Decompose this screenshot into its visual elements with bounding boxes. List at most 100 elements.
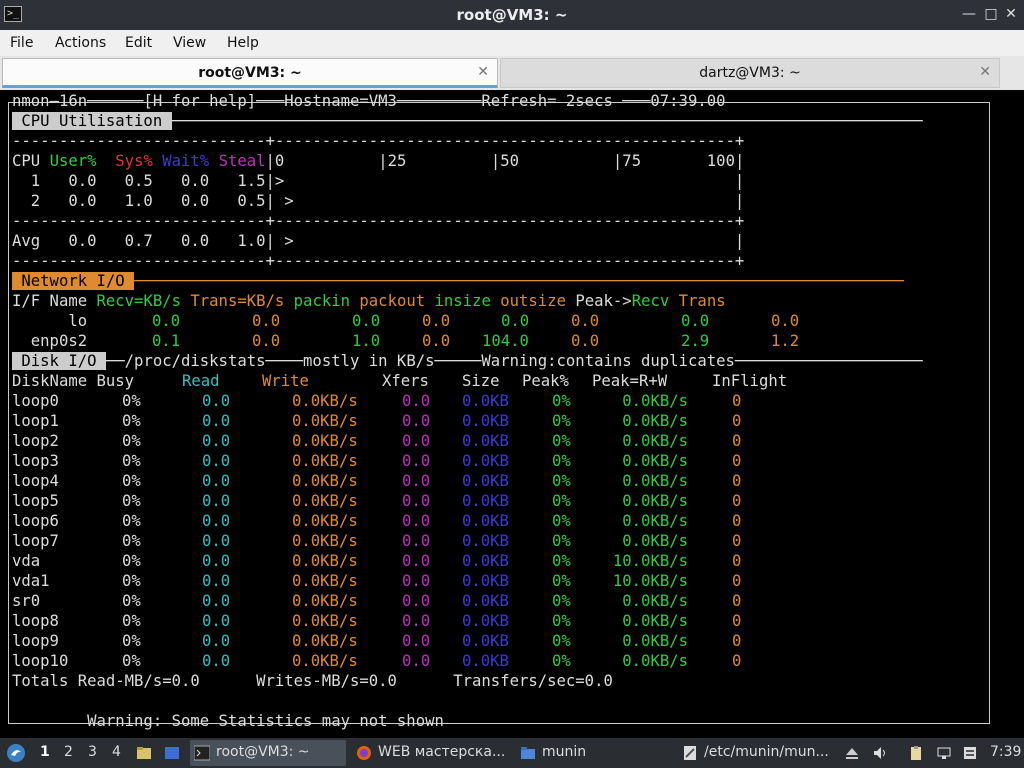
disk-size: 0.0KB <box>462 392 509 410</box>
disk-read: 0.0 <box>202 572 231 590</box>
disk-inflight: 0 <box>732 512 742 530</box>
disk-write: 0.0KB/s <box>292 532 358 550</box>
if-name: enp0s2 <box>12 332 88 350</box>
disk-peakrw: 0.0KB/s <box>622 612 688 630</box>
disk-write: 0.0KB/s <box>292 412 358 430</box>
disk-totals: Totals Read-MB/s=0.0 Writes-MB/s=0.0 Tra… <box>12 672 613 690</box>
disk-size: 0.0KB <box>462 612 509 630</box>
insize-col: insize <box>434 292 491 310</box>
menu-view[interactable]: View <box>173 35 206 51</box>
disk-xfers: 0.0 <box>402 612 431 630</box>
disk-header-row: DiskName Busy Read Write Xfers Size Peak% Peak… <box>12 372 787 392</box>
disk-write: 0.0KB/s <box>292 612 358 630</box>
tab-close-icon[interactable]: ✕ <box>979 64 991 80</box>
disk-peakp: 0% <box>552 392 571 410</box>
disk-row: loop1 0% 0.0 0.0KB/s 0.0 0.0KB 0% 0.0KB/s 0 <box>0 412 1000 432</box>
cpu-section-title: CPU Utilisation <box>12 112 172 130</box>
disk-write: 0.0KB/s <box>292 432 358 450</box>
peak-recv-value: 2.9 <box>681 332 710 350</box>
cpu-row-1: 1 0.0 0.5 0.0 1.5|> | <box>12 172 745 190</box>
packin-value: 0.0 <box>352 312 381 330</box>
window-title: root@VM3: ~ <box>456 6 568 24</box>
taskbar-item-terminal[interactable]: root@VM3: ~ <box>190 740 346 766</box>
workspace-1[interactable]: 1 <box>40 744 50 760</box>
disk-busy: 0% <box>122 452 141 470</box>
show-desktop-icon[interactable] <box>164 745 180 761</box>
disk-busy: 0% <box>122 472 141 490</box>
disk-peakrw: 0.0KB/s <box>622 452 688 470</box>
tab-root[interactable]: root@VM3: ~ ✕ <box>2 58 498 88</box>
disk-row: loop8 0% 0.0 0.0KB/s 0.0 0.0KB 0% 0.0KB/s 0 <box>0 612 1000 632</box>
peak-recv-value: 0.0 <box>681 312 710 330</box>
start-menu-icon[interactable] <box>6 743 26 763</box>
peak-trans-value: 1.2 <box>771 332 800 350</box>
disk-peakp: 0% <box>552 432 571 450</box>
terminal-area[interactable]: nmon‒16n──────[H for help]───Hostname=VM… <box>0 90 1024 738</box>
disk-read: 0.0 <box>202 552 231 570</box>
maximize-icon[interactable]: □ <box>982 5 1000 23</box>
taskbar-item-munin[interactable]: munin <box>516 740 676 766</box>
disk-write: 0.0KB/s <box>292 492 358 510</box>
close-icon[interactable]: ✕ <box>1002 5 1020 23</box>
file-manager-launcher-icon[interactable] <box>136 745 152 761</box>
disk-xfers: 0.0 <box>402 512 431 530</box>
packout-value: 0.0 <box>422 332 451 350</box>
cpu-separator: ---------------------------+------------… <box>12 212 745 230</box>
disk-busy: 0% <box>122 592 141 610</box>
network-row-lo: lo 0.0 0.0 0.0 0.0 0.0 0.0 0.0 0.0 <box>12 312 799 332</box>
disk-read: 0.0 <box>202 632 231 650</box>
network-header-row: I/F Name Recv=KB/s Trans=KB/s packin pac… <box>12 292 726 312</box>
disk-busy: 0% <box>122 652 141 670</box>
disk-inflight: 0 <box>732 552 742 570</box>
section-rule: ────────────────────────────────────────… <box>134 272 904 290</box>
disk-xfers: 0.0 <box>402 412 431 430</box>
disk-row: loop3 0% 0.0 0.0KB/s 0.0 0.0KB 0% 0.0KB/s 0 <box>0 452 1000 472</box>
disk-name: loop6 <box>12 512 59 530</box>
tab-close-icon[interactable]: ✕ <box>477 64 489 80</box>
clipboard-icon[interactable] <box>908 745 924 761</box>
disk-write: 0.0KB/s <box>292 452 358 470</box>
disk-write: 0.0KB/s <box>292 552 358 570</box>
clock[interactable]: 7:39 <box>990 744 1021 760</box>
disk-busy: 0% <box>122 632 141 650</box>
taskbar-item-firefox[interactable]: WEB мастерска... <box>352 740 512 766</box>
disk-name: sr0 <box>12 592 41 610</box>
menu-help[interactable]: Help <box>227 35 259 51</box>
tab-label: root@VM3: ~ <box>198 65 302 81</box>
workspace-2[interactable]: 2 <box>64 744 73 760</box>
disk-size: 0.0KB <box>462 472 509 490</box>
notification-icon[interactable] <box>962 745 978 761</box>
disk-section-row: Disk I/O ──/proc/diskstats────mostly in … <box>12 352 923 372</box>
disk-busy: 0% <box>122 512 141 530</box>
network-row-enp0s2: enp0s2 0.1 0.0 1.0 0.0 104.0 0.0 2.9 1.2 <box>12 332 799 352</box>
workspace-4[interactable]: 4 <box>112 744 121 760</box>
section-rule: ────────────────────────────────────────… <box>171 112 923 130</box>
minimize-icon[interactable]: — <box>960 5 978 23</box>
disk-size: 0.0KB <box>462 432 509 450</box>
packout-col: packout <box>359 292 426 310</box>
volume-icon[interactable] <box>872 745 888 761</box>
disk-xfers: 0.0 <box>402 472 431 490</box>
user-col: User% <box>49 152 97 170</box>
disk-busy: 0% <box>122 392 141 410</box>
taskbar-item-editor[interactable]: /etc/munin/mun... <box>678 740 838 766</box>
nmon-header: nmon‒16n──────[H for help]───Hostname=VM… <box>12 92 726 110</box>
taskbar: 1 2 3 4 root@VM3: ~ WEB мастерска... mun… <box>0 738 1024 768</box>
disk-row: loop5 0% 0.0 0.0KB/s 0.0 0.0KB 0% 0.0KB/s 0 <box>0 492 1000 512</box>
eject-icon[interactable] <box>844 745 860 761</box>
disk-write: 0.0KB/s <box>292 632 358 650</box>
network-icon[interactable] <box>936 745 952 761</box>
disk-size: 0.0KB <box>462 532 509 550</box>
folder-icon <box>521 747 535 759</box>
disk-size: 0.0KB <box>462 512 509 530</box>
taskbar-item-label: /etc/munin/mun... <box>704 744 829 760</box>
tab-dartz[interactable]: dartz@VM3: ~ ✕ <box>500 58 1000 88</box>
workspace-3[interactable]: 3 <box>88 744 97 760</box>
disk-size: 0.0KB <box>462 652 509 670</box>
menu-edit[interactable]: Edit <box>125 35 152 51</box>
menu-actions[interactable]: Actions <box>55 35 106 51</box>
disk-name: loop9 <box>12 632 59 650</box>
menu-file[interactable]: File <box>10 35 33 51</box>
disk-peakrw: 0.0KB/s <box>622 652 688 670</box>
disk-busy: 0% <box>122 612 141 630</box>
